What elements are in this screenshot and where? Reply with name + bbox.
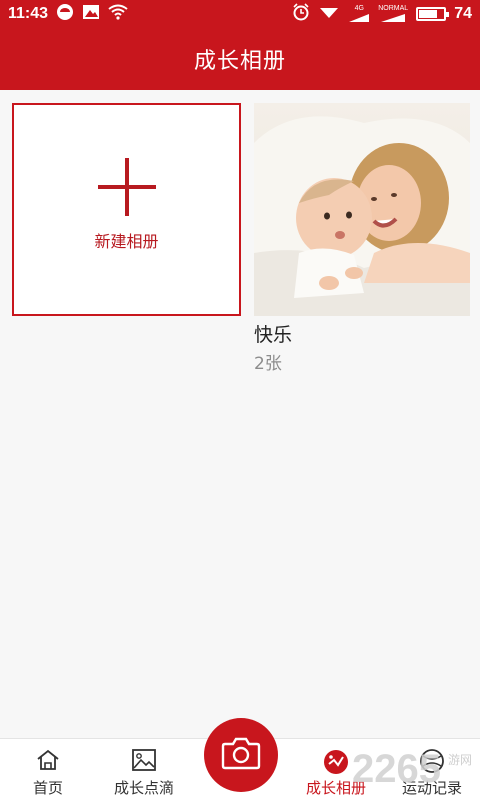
- network-type-label: 4G: [354, 5, 364, 12]
- camera-button[interactable]: [204, 718, 278, 792]
- signal-icon-2: 4G: [348, 5, 370, 23]
- app-notification-icon: [56, 3, 74, 26]
- signal-icon-3: NORMAL: [378, 5, 408, 23]
- plus-icon: [97, 157, 156, 216]
- album-name: 快乐: [254, 324, 293, 346]
- nav-label-moments: 成长点滴: [113, 779, 174, 797]
- wifi-icon: [108, 4, 128, 25]
- nav-label-album: 成长相册: [305, 779, 366, 797]
- nav-label-sport: 运动记录: [401, 779, 462, 797]
- battery-percent: 74: [454, 5, 472, 22]
- new-album-button[interactable]: 新建相册: [12, 103, 241, 316]
- nav-label-home: 首页: [32, 779, 63, 797]
- new-album-label: 新建相册: [94, 231, 159, 251]
- status-bar: 11:43 4G NORMAL 74: [0, 0, 480, 28]
- battery-icon: [416, 7, 450, 21]
- signal-icon-1: [318, 4, 340, 25]
- nav-item-home[interactable]: 首页: [0, 739, 96, 800]
- sport-icon: [419, 748, 445, 778]
- nav-item-sport[interactable]: 运动记录: [384, 739, 480, 800]
- image-icon: [131, 748, 157, 776]
- status-time: 11:43: [8, 5, 49, 22]
- camera-icon: [221, 736, 261, 774]
- album-cover-image: [254, 103, 470, 316]
- alarm-icon: [292, 2, 310, 26]
- gallery-notification-icon: [82, 4, 100, 25]
- title-bar: 成长相册: [0, 28, 480, 90]
- battery-level: [419, 10, 438, 18]
- album-icon: [322, 748, 350, 780]
- nav-item-moments[interactable]: 成长点滴: [96, 739, 192, 800]
- nav-item-album[interactable]: 成长相册: [288, 739, 384, 800]
- network-status-label: NORMAL: [378, 5, 409, 12]
- home-icon: [35, 748, 61, 776]
- album-photo-count: 2张: [254, 354, 282, 374]
- page-title: 成长相册: [193, 49, 286, 74]
- album-card[interactable]: 快乐 2张: [254, 103, 470, 374]
